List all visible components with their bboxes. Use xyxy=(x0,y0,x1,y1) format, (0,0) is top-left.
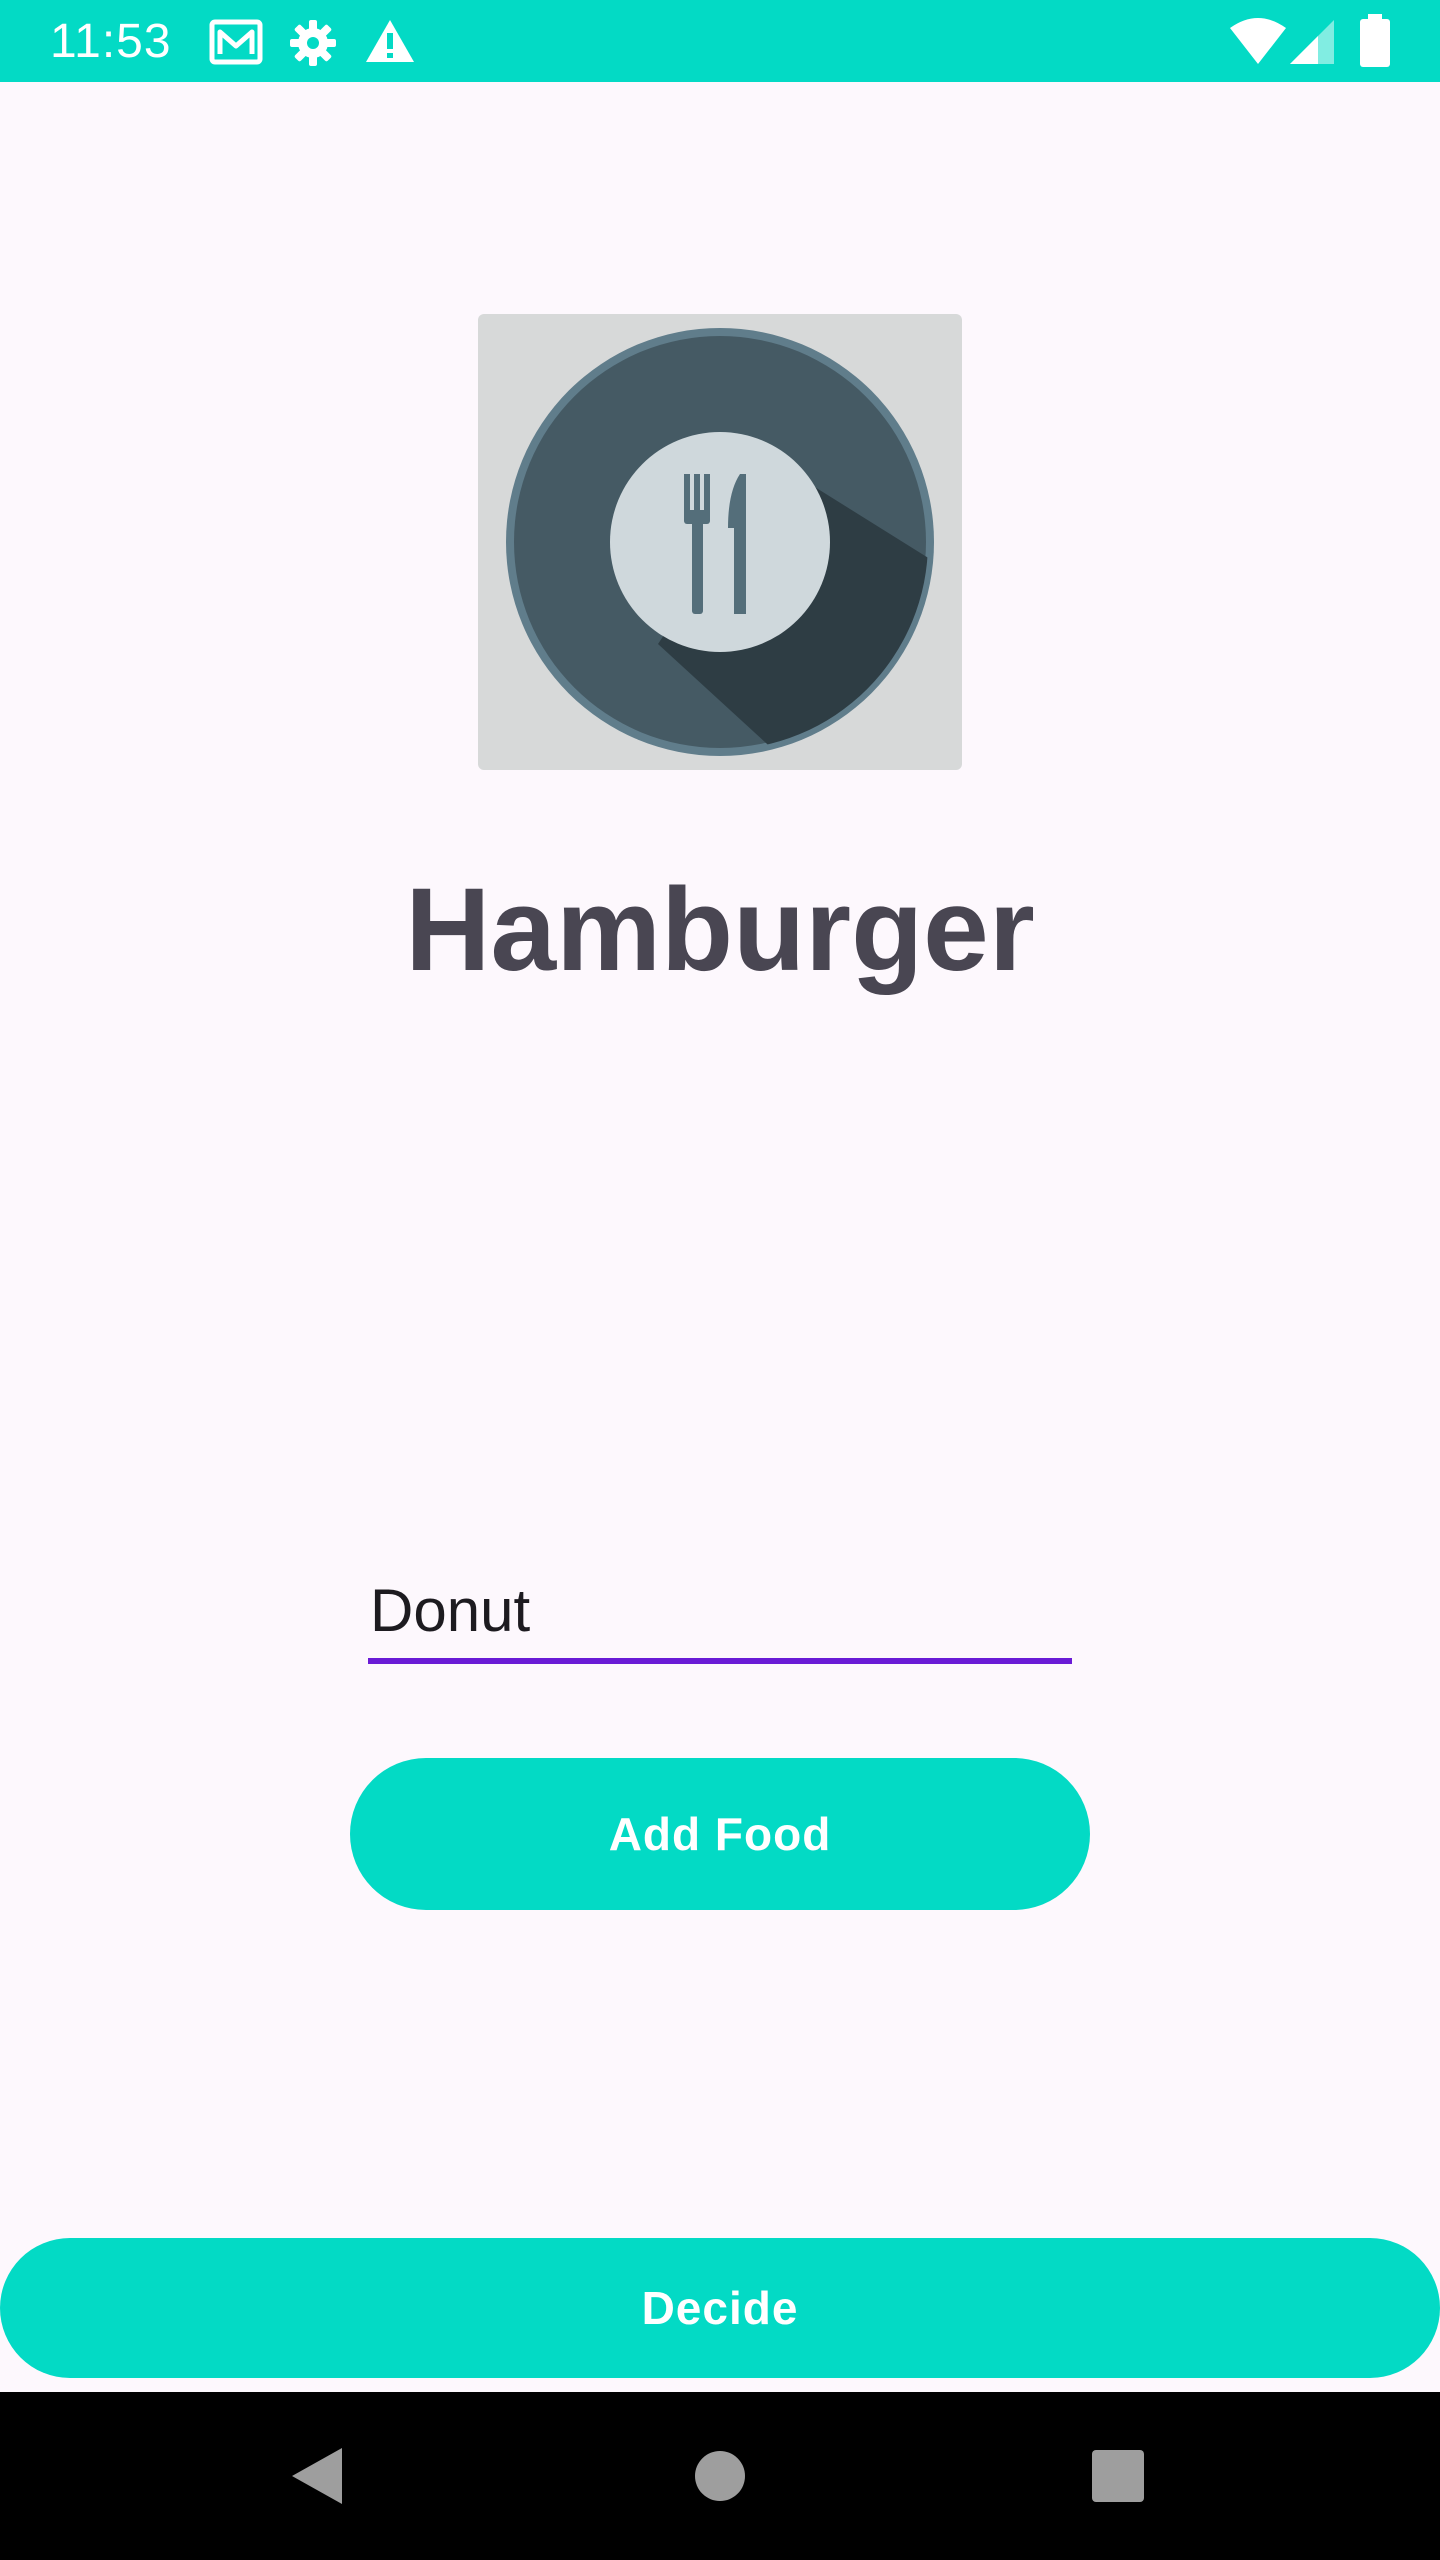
status-bar: 11:53 xyxy=(0,0,1440,82)
home-icon[interactable] xyxy=(678,2434,762,2518)
warning-icon xyxy=(364,18,416,71)
cell-signal-icon xyxy=(1290,18,1338,71)
settings-gear-icon xyxy=(288,18,338,73)
gmail-icon xyxy=(208,18,264,71)
decide-button[interactable]: Decide xyxy=(0,2238,1440,2378)
status-time: 11:53 xyxy=(50,15,172,68)
input-underline xyxy=(368,1658,1072,1664)
wifi-icon xyxy=(1228,16,1288,71)
food-input[interactable] xyxy=(368,1560,1072,1660)
add-food-button[interactable]: Add Food xyxy=(350,1758,1090,1910)
selected-food-name: Hamburger xyxy=(405,864,1035,996)
navigation-bar xyxy=(0,2392,1440,2560)
screen: 11:53 Hamburger Donut Add Food Decide xyxy=(0,0,1440,2560)
recents-icon[interactable] xyxy=(1076,2434,1160,2518)
food-image xyxy=(478,314,962,770)
battery-icon xyxy=(1358,14,1392,73)
food-input-field xyxy=(368,1560,1072,1666)
back-icon[interactable] xyxy=(276,2434,360,2518)
plate-fork-knife-icon xyxy=(506,328,934,756)
